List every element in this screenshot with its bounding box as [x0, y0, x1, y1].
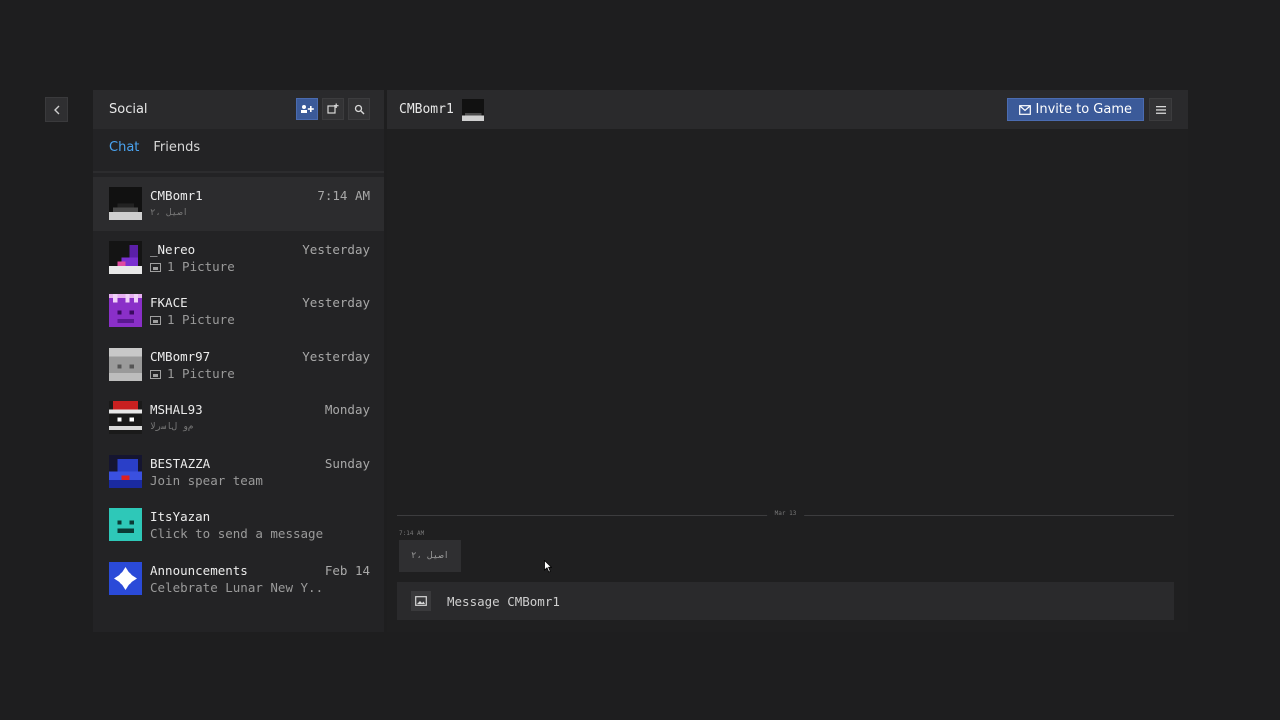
conversation-time: Sunday — [324, 455, 370, 471]
preview-text: 1 Picture — [167, 312, 235, 327]
avatar — [109, 561, 142, 595]
conversation-item[interactable]: MSHAL93 Monday ﻡﻭ ﻝﺎﺳﺭﻻ — [93, 391, 384, 445]
conversation-item[interactable]: FKACE Yesterday 1 Picture — [93, 284, 384, 338]
conversation-name: ItsYazan — [150, 509, 211, 524]
conversation-preview: 1 Picture — [150, 312, 325, 327]
preview-text: 1 Picture — [167, 258, 235, 274]
conversation-preview: Join spear team — [150, 472, 263, 488]
conversation-item[interactable]: _Nereo Yesterday 1 Picture — [93, 231, 384, 285]
picture-icon — [150, 262, 161, 272]
chat-menu-button[interactable] — [1149, 98, 1172, 121]
conversation-preview: Celebrate Lunar New Y... — [150, 579, 325, 595]
conversation-time: 7:14 AM — [317, 188, 370, 203]
add-friend-button[interactable] — [296, 98, 318, 120]
invite-to-game-button[interactable]: Invite to Game — [1006, 98, 1144, 121]
avatar — [109, 454, 142, 488]
chat-header: CMBomr1 Invite to Game — [387, 90, 1188, 129]
mail-icon — [1018, 104, 1031, 115]
conversation-name: BESTAZZA — [150, 455, 211, 471]
conversation-name: FKACE — [150, 295, 188, 310]
preview-text: 1 Picture — [167, 365, 235, 381]
conversation-name: CMBomr97 — [150, 348, 211, 364]
date-separator: Mar 13 — [397, 510, 1174, 517]
picture-icon — [150, 316, 161, 325]
invite-label: Invite to Game — [1035, 102, 1133, 117]
tab-chat[interactable]: Chat — [109, 140, 139, 155]
tabs-divider — [93, 171, 384, 173]
attach-image-button[interactable] — [411, 591, 431, 611]
avatar — [109, 347, 142, 381]
add-friend-icon — [301, 105, 314, 113]
message-input[interactable] — [447, 593, 1047, 609]
new-group-button[interactable] — [322, 98, 344, 120]
avatar[interactable] — [461, 98, 484, 121]
mouse-cursor-icon — [544, 560, 552, 573]
conversation-preview: 1 Picture — [150, 259, 325, 274]
conversation-time: Monday — [324, 402, 370, 417]
picture-icon — [150, 369, 161, 379]
conversation-time: Feb 14 — [324, 562, 370, 578]
conversation-item[interactable]: CMBomr97 Yesterday 1 Picture — [93, 338, 384, 392]
chevron-left-icon — [53, 105, 59, 114]
conversation-time: Yesterday — [302, 348, 370, 364]
message-text: ﺍﺻﻴﻞ ،٢ — [411, 551, 449, 561]
social-panel: Social Chat Friends CMBomr1 7:14 AM ﺍﺻﻴﻞ… — [93, 90, 384, 632]
chat-panel: CMBomr1 Invite to Game Mar 13 7:14 AM ﺍﺻ… — [387, 90, 1188, 632]
menu-icon — [1155, 105, 1166, 114]
conversation-item[interactable]: Announcements Feb 14 Celebrate Lunar New… — [93, 552, 384, 606]
avatar — [109, 294, 142, 327]
message-composer — [397, 582, 1174, 620]
message-bubble[interactable]: ﺍﺻﻴﻞ ،٢ — [399, 540, 461, 572]
social-header: Social — [93, 90, 384, 129]
avatar — [109, 240, 142, 274]
avatar — [109, 508, 142, 541]
conversation-time: Yesterday — [302, 295, 370, 310]
conversation-preview: Click to send a message! — [150, 526, 325, 541]
conversation-preview: ﻡﻭ ﻝﺎﺳﺭﻻ — [150, 422, 194, 432]
message-time: 7:14 AM — [399, 530, 425, 537]
conversation-time: Yesterday — [302, 241, 370, 257]
conversation-list: CMBomr1 7:14 AM ﺍﺻﻴﻞ ،٢ _Nereo Yesterday… — [93, 177, 384, 605]
new-chat-icon — [327, 103, 339, 114]
chat-username[interactable]: CMBomr1 — [399, 102, 454, 117]
search-icon — [354, 104, 364, 114]
back-button[interactable] — [45, 97, 68, 122]
conversation-preview: ﺍﺻﻴﻞ ،٢ — [150, 208, 188, 218]
conversation-item[interactable]: ItsYazan Click to send a message! — [93, 498, 384, 552]
conversation-name: Announcements — [150, 562, 248, 578]
conversation-item[interactable]: BESTAZZA Sunday Join spear team — [93, 445, 384, 499]
avatar — [109, 187, 142, 220]
avatar — [109, 401, 142, 434]
conversation-name: _Nereo — [150, 241, 196, 257]
date-separator-label: Mar 13 — [766, 510, 805, 517]
social-title: Social — [109, 102, 148, 117]
social-tabs: Chat Friends — [93, 129, 384, 165]
tab-friends[interactable]: Friends — [153, 140, 200, 155]
conversation-name: MSHAL93 — [150, 402, 203, 417]
search-button[interactable] — [348, 98, 370, 120]
conversation-name: CMBomr1 — [150, 188, 203, 203]
conversation-preview: 1 Picture — [150, 366, 325, 381]
image-icon — [415, 596, 427, 606]
conversation-item[interactable]: CMBomr1 7:14 AM ﺍﺻﻴﻞ ،٢ — [93, 177, 384, 231]
